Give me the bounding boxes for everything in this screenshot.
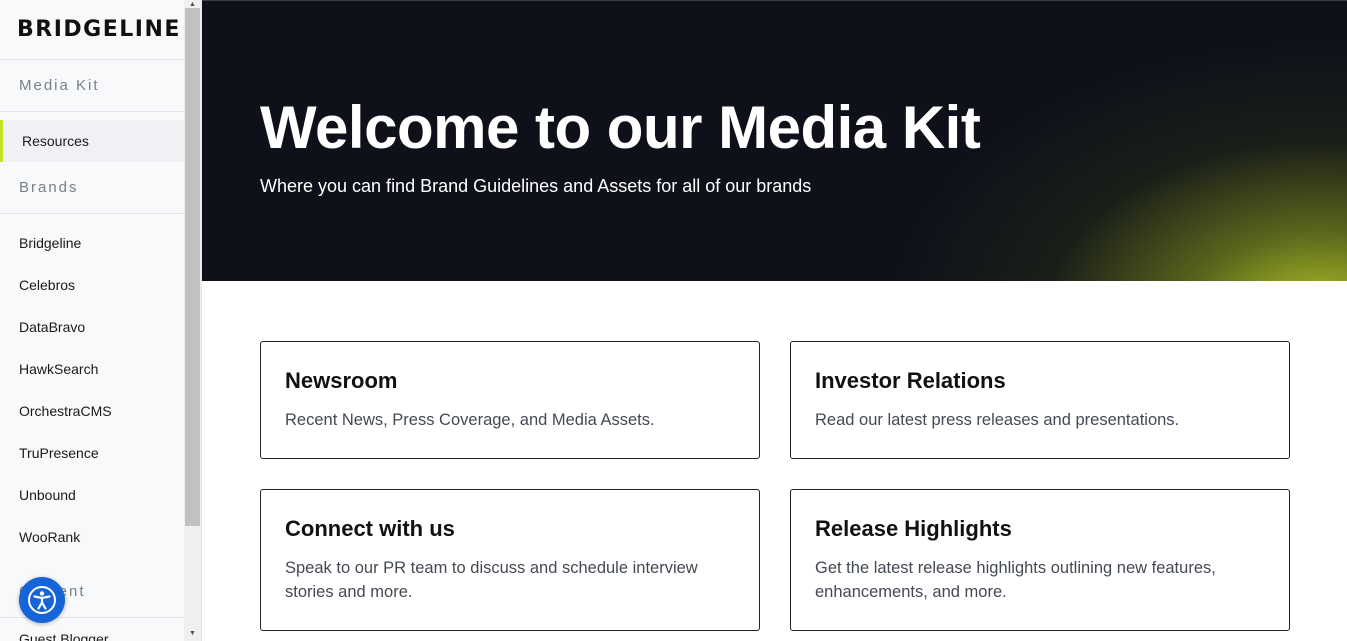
hero-banner: Welcome to our Media Kit Where you can f…: [202, 0, 1347, 281]
card-description: Speak to our PR team to discuss and sche…: [285, 559, 698, 601]
sidebar-item-trupresence[interactable]: TruPresence: [0, 432, 185, 474]
newsroom-card[interactable]: Newsroom Recent News, Press Coverage, an…: [260, 341, 760, 459]
section-title-brands: Brands: [0, 162, 185, 214]
sidebar-item-guest-blogger[interactable]: Guest Blogger: [0, 618, 185, 641]
card-title: Newsroom: [285, 368, 398, 393]
sidebar-item-hawksearch[interactable]: HawkSearch: [0, 348, 185, 390]
connect-with-us-card[interactable]: Connect with us Speak to our PR team to …: [260, 489, 760, 631]
accessibility-button[interactable]: [19, 577, 65, 623]
sidebar-item-bridgeline[interactable]: Bridgeline: [0, 222, 185, 264]
card-description: Get the latest release highlights outlin…: [815, 559, 1216, 601]
brands-list: Bridgeline Celebros DataBravo HawkSearch…: [0, 214, 185, 558]
card-title: Release Highlights: [815, 516, 1012, 541]
section-title-media-kit: Media Kit: [0, 60, 185, 112]
sidebar-item-orchestracms[interactable]: OrchestraCMS: [0, 390, 185, 432]
sidebar-item-woorank[interactable]: WooRank: [0, 516, 185, 558]
sidebar-item-celebros[interactable]: Celebros: [0, 264, 185, 306]
sidebar-item-resources[interactable]: Resources: [0, 120, 185, 162]
bridgeline-logo[interactable]: BRIDGELINE: [0, 0, 185, 60]
sidebar: BRIDGELINE Media Kit Resources Brands Br…: [0, 0, 202, 641]
investor-relations-card[interactable]: Investor Relations Read our latest press…: [790, 341, 1290, 459]
scrollbar-thumb[interactable]: [185, 8, 200, 526]
page-title: Welcome to our Media Kit: [260, 94, 981, 161]
scroll-down-arrow-icon[interactable]: ▼: [184, 629, 201, 639]
sidebar-item-databravo[interactable]: DataBravo: [0, 306, 185, 348]
sidebar-scrollbar[interactable]: ▲ ▼: [184, 0, 201, 641]
release-highlights-card[interactable]: Release Highlights Get the latest releas…: [790, 489, 1290, 631]
page-subtitle: Where you can find Brand Guidelines and …: [260, 176, 812, 196]
card-description: Recent News, Press Coverage, and Media A…: [285, 411, 655, 429]
sidebar-item-unbound[interactable]: Unbound: [0, 474, 185, 516]
card-description: Read our latest press releases and prese…: [815, 411, 1180, 429]
sidebar-content: BRIDGELINE Media Kit Resources Brands Br…: [0, 0, 185, 641]
accessibility-person-icon: [28, 586, 56, 614]
card-title: Investor Relations: [815, 368, 1006, 393]
card-title: Connect with us: [285, 516, 455, 541]
